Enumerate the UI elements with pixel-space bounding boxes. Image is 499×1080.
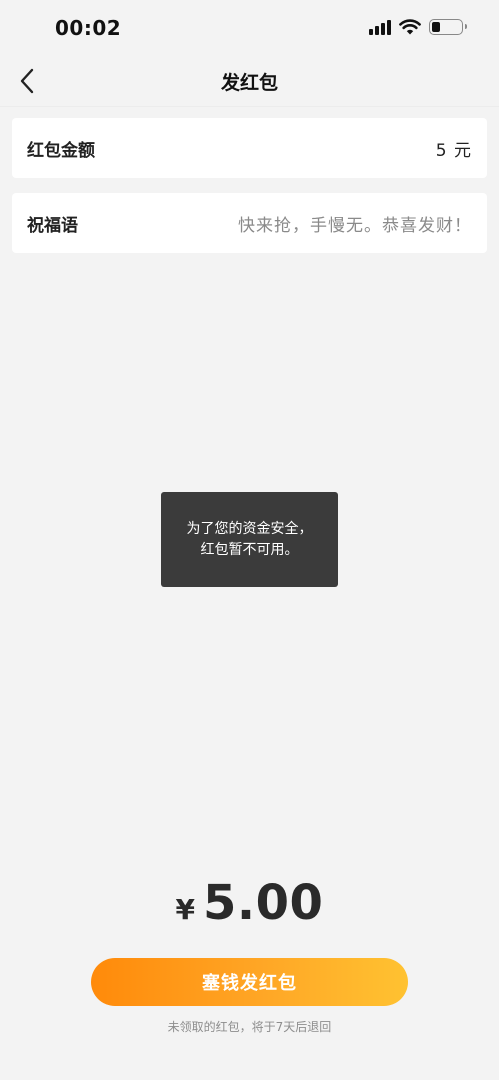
toast-line-1: 为了您的资金安全， xyxy=(186,520,313,537)
cellular-signal-icon xyxy=(369,19,391,35)
wifi-icon xyxy=(399,19,421,35)
greeting-label: 祝福语 xyxy=(27,215,78,236)
greeting-row[interactable]: 祝福语 快来抢，手慢无。恭喜发财！ xyxy=(12,193,487,253)
page-title: 发红包 xyxy=(220,72,278,94)
nav-bar: 发红包 xyxy=(0,56,499,107)
currency-symbol: ¥ xyxy=(175,893,196,926)
toast-line-2: 红包暂不可用。 xyxy=(200,541,299,558)
refund-note: 未领取的红包，将于7天后退回 xyxy=(167,1020,332,1034)
status-icons xyxy=(369,19,467,35)
greeting-input[interactable]: 快来抢，手慢无。恭喜发财！ xyxy=(238,211,472,236)
amount-row[interactable]: 红包金额 5 元 xyxy=(12,118,487,178)
battery-level xyxy=(432,22,440,32)
toast-message: 为了您的资金安全， 红包暂不可用。 xyxy=(161,492,338,587)
send-red-packet-button[interactable]: 塞钱发红包 xyxy=(91,958,408,1006)
total-amount: ¥ 5.00 xyxy=(0,875,499,931)
amount-total: 5.00 xyxy=(203,875,324,931)
amount-label: 红包金额 xyxy=(27,140,95,161)
battery-icon xyxy=(429,19,467,35)
status-bar: 00:02 xyxy=(0,0,499,56)
status-time: 00:02 xyxy=(55,16,122,40)
amount-value[interactable]: 5 元 xyxy=(436,136,472,161)
